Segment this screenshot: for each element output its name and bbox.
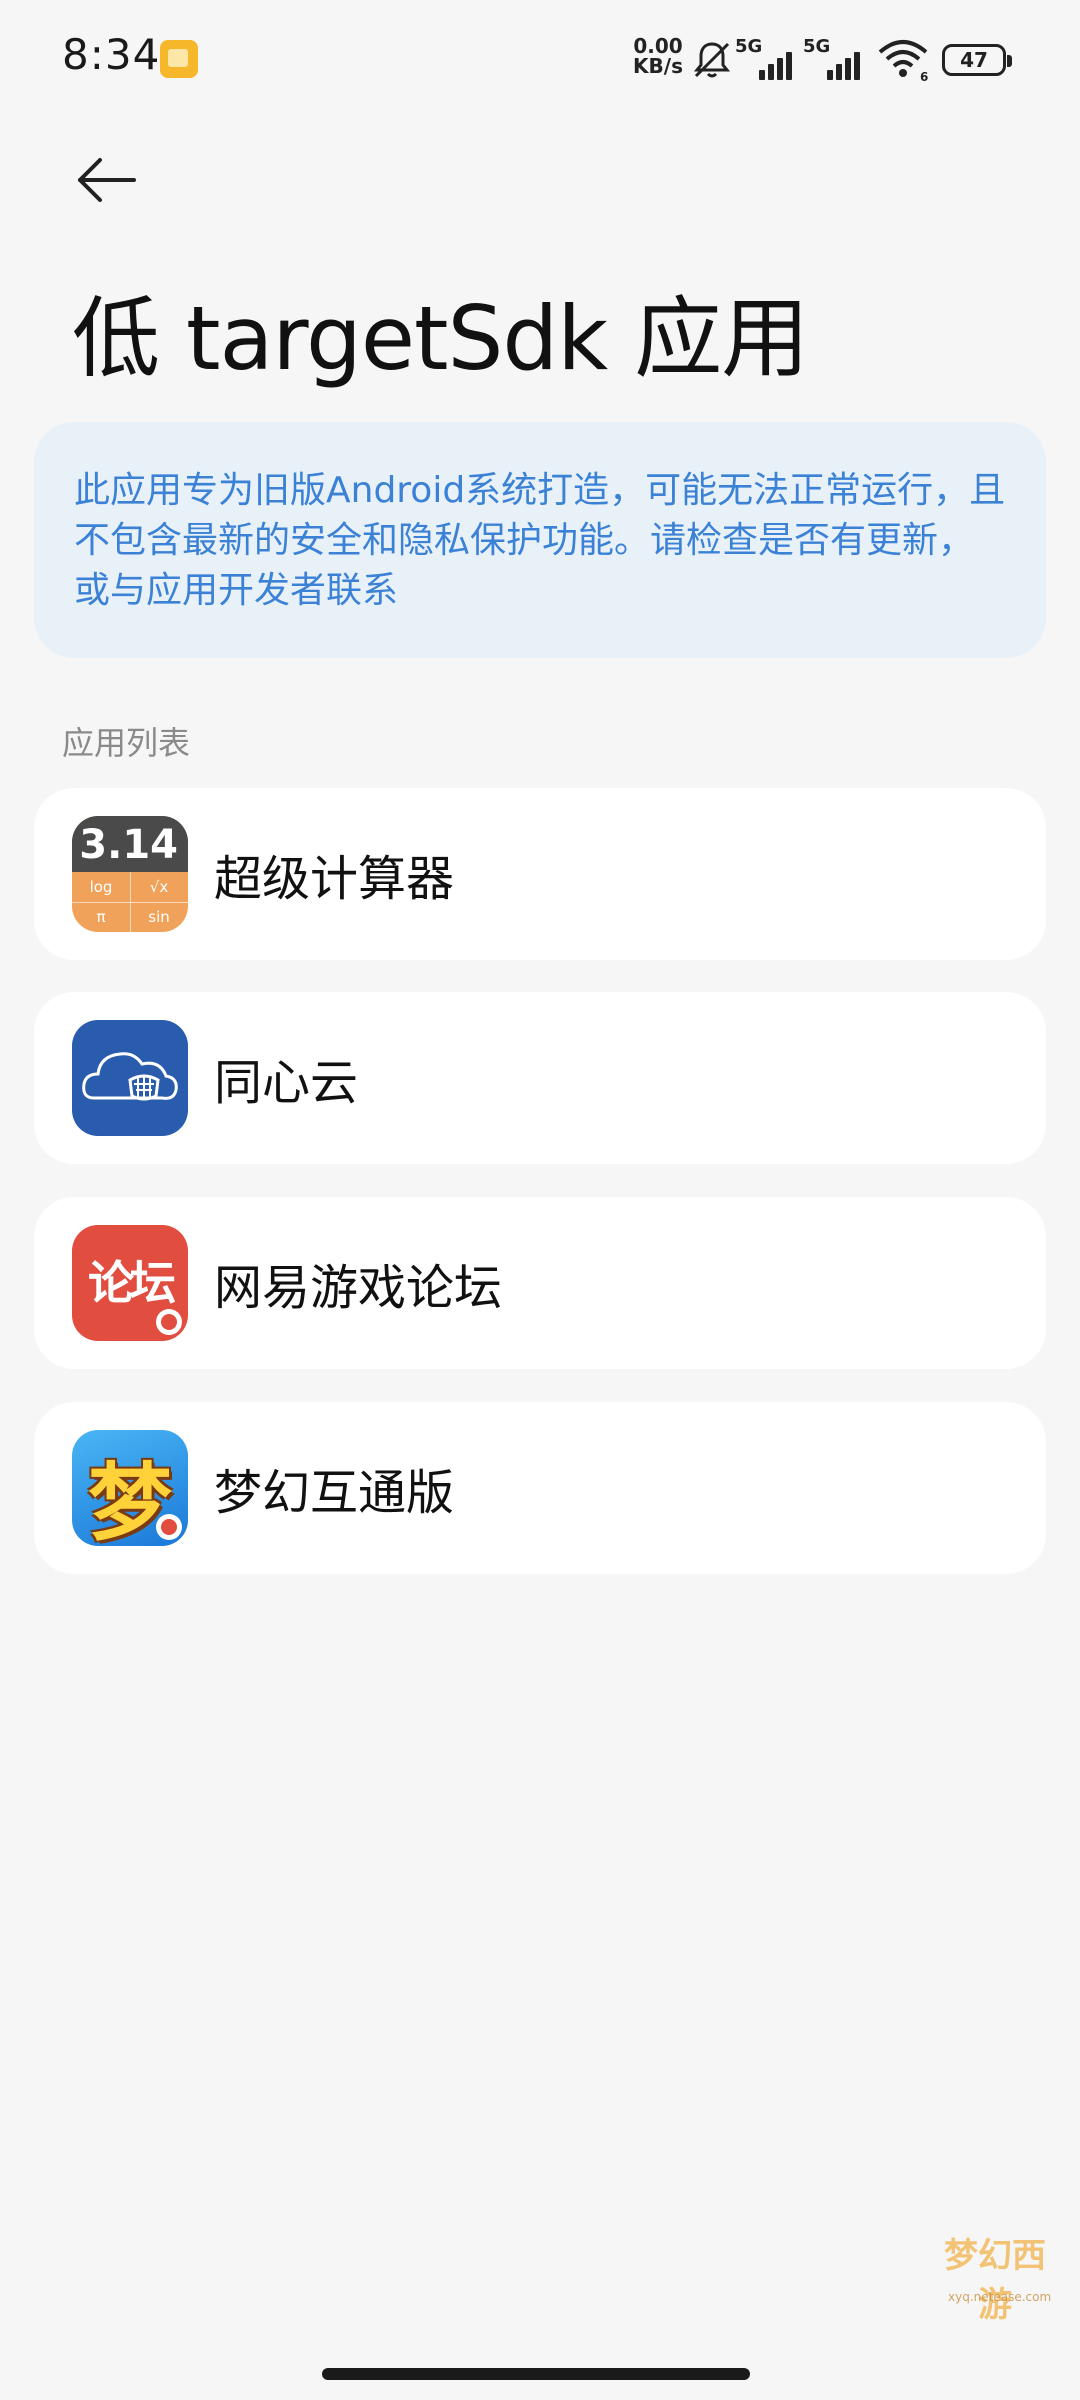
cloud-app-icon xyxy=(72,1020,188,1136)
signal-bars-icon xyxy=(817,48,860,80)
notes-notification-icon xyxy=(160,40,198,78)
calc-icon-key: π xyxy=(96,908,106,926)
info-text: 此应用专为旧版Android系统打造，可能无法正常运行，且不包含最新的安全和隐私… xyxy=(74,470,1006,611)
app-name: 网易游戏论坛 xyxy=(214,1260,503,1316)
dream-game-icon: 梦 xyxy=(72,1430,188,1546)
forum-app-icon: 论坛 xyxy=(72,1225,188,1341)
wifi-badge: 6 xyxy=(920,70,928,82)
page-title: 低 targetSdk 应用 xyxy=(72,287,809,390)
status-time: 8:34 xyxy=(62,30,161,79)
back-button[interactable] xyxy=(66,140,146,220)
status-bar: 8:34 0.00 KB/s 5G 5G 6 47 xyxy=(0,0,1080,120)
app-name: 超级计算器 xyxy=(214,851,455,907)
signal-sim1: 5G xyxy=(735,36,795,80)
network-speed-unit: KB/s xyxy=(633,54,683,78)
watermark-subtext: xyq.netease.com xyxy=(948,2290,1052,2304)
calc-icon-key: √x xyxy=(149,878,169,896)
battery-icon: 47 xyxy=(942,44,1012,76)
calc-icon-key: log xyxy=(89,878,113,896)
app-name: 同心云 xyxy=(214,1055,359,1111)
section-label-app-list: 应用列表 xyxy=(62,724,191,762)
list-item-app-dream-interop[interactable]: 梦 梦幻互通版 xyxy=(34,1402,1046,1574)
network-speed-value: 0.00 xyxy=(633,34,683,58)
signal-sim2: 5G xyxy=(803,36,863,80)
netease-logo-icon xyxy=(156,1309,182,1335)
bell-muted-icon xyxy=(693,42,731,78)
calculator-icon: 3.14 log √x π sin xyxy=(72,816,188,932)
list-item-app-netease-forum[interactable]: 论坛 网易游戏论坛 xyxy=(34,1197,1046,1369)
netease-logo-icon xyxy=(156,1514,182,1540)
calc-icon-display: 3.14 xyxy=(72,816,188,872)
network-speed: 0.00 KB/s xyxy=(628,36,688,76)
calc-icon-key: sin xyxy=(148,908,170,926)
signal-bars-icon xyxy=(749,48,792,80)
list-item-app-super-calculator[interactable]: 3.14 log √x π sin 超级计算器 xyxy=(34,788,1046,960)
wifi-icon: 6 xyxy=(878,40,928,82)
forum-icon-text: 论坛 xyxy=(88,1256,176,1310)
arrow-left-icon xyxy=(78,158,136,202)
home-indicator[interactable] xyxy=(322,2368,750,2380)
list-item-app-tongxinyun[interactable]: 同心云 xyxy=(34,992,1046,1164)
watermark-logo: 梦幻西游 xyxy=(944,2236,1046,2325)
battery-level: 47 xyxy=(960,48,988,72)
app-name: 梦幻互通版 xyxy=(214,1465,455,1521)
info-card: 此应用专为旧版Android系统打造，可能无法正常运行，且不包含最新的安全和隐私… xyxy=(34,422,1046,658)
